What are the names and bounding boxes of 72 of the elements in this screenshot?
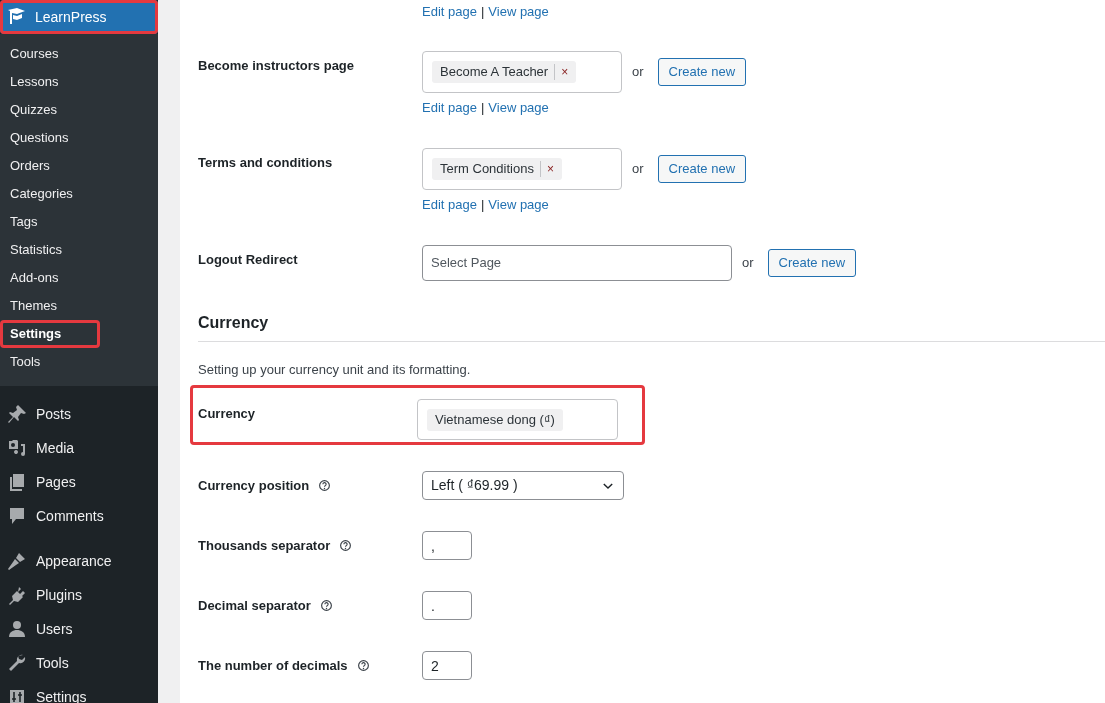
page-select-field[interactable]: Term Conditions × (422, 148, 622, 190)
field-label: Become instructors page (198, 58, 355, 73)
field-label: Currency (198, 406, 256, 421)
menu-item[interactable]: Pages (0, 465, 158, 499)
comment-icon (7, 506, 27, 526)
section-description: Setting up your currency unit and its formatting. (198, 362, 472, 377)
divider-text: | (480, 197, 485, 213)
menu-item[interactable]: Appearance (0, 544, 158, 578)
link[interactable]: Edit page (422, 197, 477, 213)
selected-tag: Vietnamese dong (₫) (427, 409, 563, 431)
submenu-item[interactable]: Add-ons (0, 264, 100, 292)
submenu-item[interactable]: Settings (0, 320, 100, 348)
link[interactable]: View page (488, 100, 549, 116)
menu-item[interactable]: Posts (0, 397, 158, 431)
plug-icon (7, 585, 27, 605)
submenu-item[interactable]: Categories (0, 180, 100, 208)
divider-text: | (480, 100, 485, 116)
submenu-item[interactable]: Orders (0, 152, 100, 180)
help-icon (339, 539, 353, 552)
wrench-icon (7, 653, 27, 673)
or-text: or (632, 63, 644, 82)
currency-select-field[interactable]: Vietnamese dong (₫) (417, 399, 618, 440)
submenu-item[interactable]: Courses (0, 40, 100, 68)
help-icon (356, 659, 370, 672)
create-new-button[interactable]: Create new (767, 249, 857, 277)
remove-button[interactable]: × (546, 160, 554, 178)
link[interactable]: Edit page (422, 4, 477, 20)
menu-item[interactable]: Users (0, 612, 158, 646)
submenu-item[interactable]: Tags (0, 208, 100, 236)
menu-item[interactable]: Tools (0, 646, 158, 680)
dropdown-field[interactable]: Left ( ₫69.99 ) (422, 471, 624, 500)
menu-item[interactable]: Plugins (0, 578, 158, 612)
link[interactable]: View page (488, 197, 549, 213)
mortarboard-icon (6, 7, 26, 27)
field-label: Terms and conditions (198, 155, 333, 170)
selected-tag: Term Conditions × (432, 158, 562, 180)
menu-item[interactable]: Comments (0, 499, 158, 533)
selected-tag: Become A Teacher × (432, 61, 577, 83)
pages-icon (7, 472, 27, 492)
remove-button[interactable]: × (561, 63, 569, 81)
link[interactable]: View page (488, 4, 549, 20)
submenu-item[interactable]: Statistics (0, 236, 100, 264)
section-heading: Currency (198, 314, 269, 331)
or-text: or (742, 254, 754, 273)
submenu-item[interactable]: Tools (0, 348, 100, 376)
text-input[interactable]: 2 (422, 651, 472, 680)
submenu-item[interactable]: Questions (0, 124, 100, 152)
page-select-field[interactable]: Select Page (422, 245, 732, 281)
field-label: Currency position (198, 478, 310, 493)
create-new-button[interactable]: Create new (657, 58, 747, 86)
page-select-field[interactable]: Become A Teacher × (422, 51, 622, 93)
field-label: Thousands separator (198, 538, 331, 553)
submenu-item[interactable]: Lessons (0, 68, 100, 96)
menu-item[interactable]: Media (0, 431, 158, 465)
user-icon (7, 619, 27, 639)
pin-icon (7, 404, 27, 424)
submenu-item[interactable]: Quizzes (0, 96, 100, 124)
text-input[interactable]: . (422, 591, 472, 620)
help-icon (319, 599, 333, 612)
divider-text: | (480, 4, 485, 20)
link[interactable]: Edit page (422, 100, 477, 116)
text-input[interactable]: , (422, 531, 472, 560)
help-icon (318, 479, 332, 492)
brush-icon (7, 551, 27, 571)
media-icon (7, 438, 27, 458)
create-new-button[interactable]: Create new (657, 155, 747, 183)
field-label: Logout Redirect (198, 252, 298, 267)
or-text: or (632, 160, 644, 179)
menu-item[interactable]: LearnPress (0, 0, 158, 34)
submenu-item[interactable]: Themes (0, 292, 100, 320)
field-label: The number of decimals (198, 658, 348, 673)
field-label: Decimal separator (198, 598, 311, 613)
